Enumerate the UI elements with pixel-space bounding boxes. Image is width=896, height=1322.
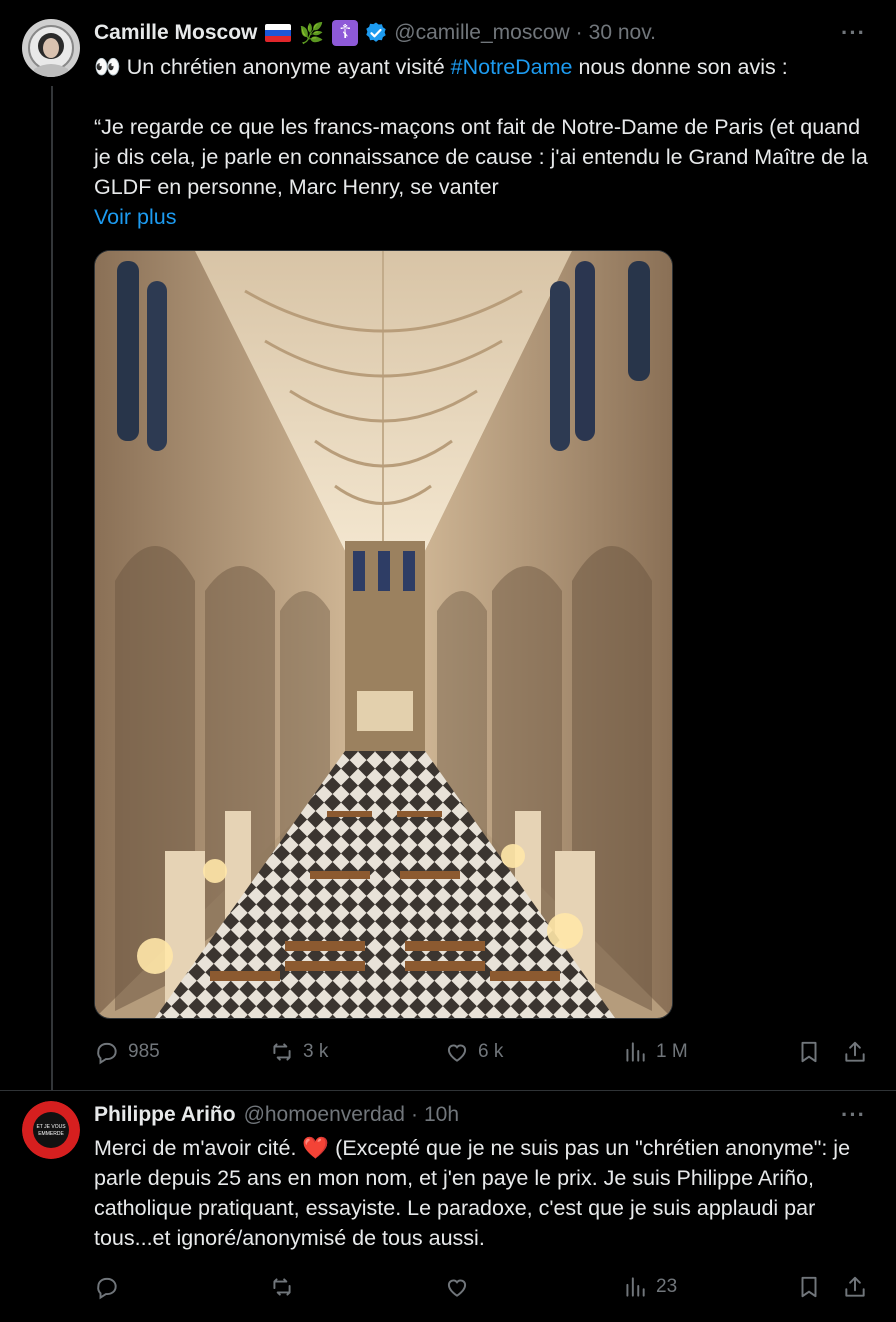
thread-line bbox=[51, 86, 53, 1091]
tweet-first-line: 👀 Un chrétien anonyme ayant visité #Notr… bbox=[94, 52, 874, 82]
tweet-media-image[interactable] bbox=[94, 250, 673, 1019]
reply-author-avatar[interactable]: ET JE VOUS EMMERDE bbox=[22, 1101, 80, 1159]
avatar-text-1: ET JE VOUS bbox=[36, 1124, 66, 1130]
separator-dot: · bbox=[410, 1103, 418, 1126]
tweet-timestamp[interactable]: 30 nov. bbox=[589, 21, 656, 45]
reply-header: Philippe Ariño @homoenverdad · 10h bbox=[94, 1101, 459, 1129]
reply-timestamp[interactable]: 10h bbox=[424, 1103, 459, 1127]
heart-icon bbox=[447, 1279, 467, 1297]
more-options-icon[interactable]: ··· bbox=[841, 20, 866, 46]
author-name[interactable]: Camille Moscow bbox=[94, 21, 257, 45]
orthodox-cross-icon: ☦ bbox=[332, 20, 359, 46]
tweet-header: Camille Moscow 🌿 ☦ @camille_moscow · 30 … bbox=[94, 19, 656, 47]
tweet-text: 👀 Un chrétien anonyme ayant visité #Notr… bbox=[94, 52, 874, 232]
share-button[interactable] bbox=[842, 1272, 868, 1302]
views-button[interactable]: 1 M bbox=[622, 1037, 688, 1067]
repost-icon bbox=[273, 1278, 291, 1296]
tweet-actions: 985 3 k 6 k 1 M bbox=[94, 1037, 874, 1067]
text-segment: Un chrétien anonyme ayant visité bbox=[120, 55, 451, 79]
views-button[interactable]: 23 bbox=[622, 1272, 677, 1302]
reply-text: Merci de m'avoir cité. ❤️ (Excepté que j… bbox=[94, 1133, 874, 1253]
text-segment: Merci de m'avoir cité. bbox=[94, 1136, 303, 1160]
reply-button[interactable]: 985 bbox=[94, 1037, 160, 1067]
text-segment: nous donne son avis : bbox=[572, 55, 788, 79]
repost-button[interactable]: 3 k bbox=[269, 1037, 328, 1067]
reply-button[interactable] bbox=[94, 1272, 120, 1302]
reply-author-handle[interactable]: @homoenverdad bbox=[244, 1103, 405, 1127]
repost-button[interactable] bbox=[269, 1272, 295, 1302]
reply-more-options-icon[interactable]: ··· bbox=[841, 1102, 866, 1128]
repost-count: 3 k bbox=[303, 1041, 329, 1062]
tweet-separator bbox=[0, 1090, 896, 1091]
reply-count: 985 bbox=[128, 1041, 160, 1062]
bookmark-button[interactable] bbox=[796, 1037, 822, 1067]
hashtag-link[interactable]: #NotreDame bbox=[451, 55, 573, 79]
reply-actions: 23 bbox=[94, 1272, 874, 1302]
cathedral-nave-image bbox=[95, 251, 672, 1018]
like-count: 6 k bbox=[478, 1041, 504, 1062]
see-more-link[interactable]: Voir plus bbox=[94, 202, 874, 232]
bookmark-icon bbox=[801, 1276, 817, 1298]
reply-icon bbox=[97, 1277, 117, 1300]
views-count: 23 bbox=[656, 1276, 678, 1297]
bookmark-icon bbox=[801, 1041, 817, 1063]
heart-icon bbox=[447, 1044, 467, 1062]
bookmark-button[interactable] bbox=[796, 1272, 822, 1302]
eyes-emoji: 👀 bbox=[94, 55, 121, 79]
tweet-quote-text: “Je regarde ce que les francs-maçons ont… bbox=[94, 115, 868, 199]
share-button[interactable] bbox=[842, 1037, 868, 1067]
verified-badge-icon[interactable] bbox=[364, 21, 388, 45]
like-button[interactable] bbox=[444, 1272, 470, 1302]
author-handle[interactable]: @camille_moscow bbox=[394, 21, 569, 45]
separator-dot: · bbox=[575, 21, 583, 44]
author-avatar[interactable] bbox=[22, 19, 80, 77]
like-button[interactable]: 6 k bbox=[444, 1037, 503, 1067]
share-icon bbox=[845, 1276, 865, 1297]
russian-flag-icon bbox=[265, 24, 292, 42]
avatar-text-2: EMMERDE bbox=[38, 1131, 64, 1137]
views-chart-icon bbox=[626, 1042, 645, 1062]
reply-author-name[interactable]: Philippe Ariño bbox=[94, 1103, 236, 1127]
herb-emoji: 🌿 bbox=[299, 22, 325, 45]
reply-icon bbox=[97, 1042, 117, 1065]
share-icon bbox=[845, 1041, 865, 1062]
views-chart-icon bbox=[626, 1277, 645, 1297]
views-count: 1 M bbox=[656, 1041, 688, 1062]
repost-icon bbox=[273, 1043, 291, 1061]
red-heart-emoji: ❤️ bbox=[302, 1136, 330, 1160]
